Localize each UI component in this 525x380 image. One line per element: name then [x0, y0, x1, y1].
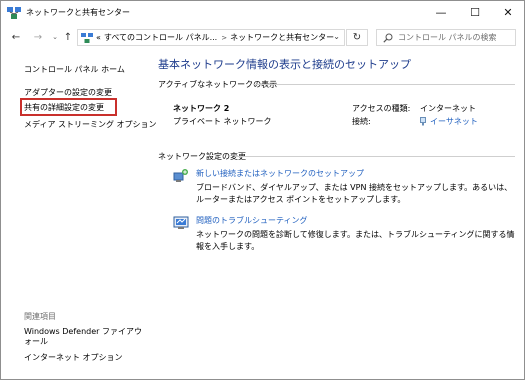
- troubleshoot-description: ネットワークの問題を診断して修復します。または、トラブルシューティングに関する情…: [196, 230, 515, 251]
- up-button[interactable]: ↑: [61, 30, 75, 44]
- section-divider: [235, 156, 515, 157]
- title-bar: ネットワークと共有センター — ☐ ✕: [1, 1, 524, 25]
- forward-button[interactable]: →: [31, 30, 45, 44]
- connection-value: イーサネット: [430, 117, 478, 126]
- change-network-settings-heading: ネットワーク設定の変更: [158, 152, 246, 161]
- network-center-icon: [7, 7, 21, 19]
- address-bar[interactable]: « すべてのコントロール パネル... > ネットワークと共有センター ⌄: [77, 29, 345, 46]
- maximize-button[interactable]: ☐: [459, 1, 491, 23]
- breadcrumb-overflow[interactable]: «: [96, 33, 101, 42]
- main-content: 基本ネットワーク情報の表示と接続のセットアップ アクティブなネットワークの表示 …: [153, 52, 523, 379]
- access-type-label: アクセスの種類:: [352, 104, 411, 113]
- troubleshoot-problems-link[interactable]: 問題のトラブルシューティング: [196, 215, 308, 226]
- refresh-button[interactable]: ↻: [346, 29, 368, 46]
- breadcrumb-network-center[interactable]: ネットワークと共有センター: [230, 32, 334, 43]
- search-input[interactable]: [398, 33, 513, 42]
- minimize-icon: —: [435, 5, 447, 19]
- navigation-bar: ← → ⌄ ↑ « すべてのコントロール パネル... > ネットワークと共有セ…: [1, 25, 524, 51]
- change-adapter-settings-link[interactable]: アダプターの設定の変更: [24, 87, 112, 98]
- media-streaming-options-link[interactable]: メディア ストリーミング オプション: [24, 119, 157, 130]
- network-name: ネットワーク 2: [173, 104, 230, 113]
- close-icon: ✕: [503, 5, 513, 19]
- page-title: 基本ネットワーク情報の表示と接続のセットアップ: [158, 58, 411, 71]
- section-divider: [253, 84, 515, 85]
- window-title: ネットワークと共有センター: [26, 8, 130, 17]
- arrow-left-icon: ←: [11, 31, 21, 43]
- ethernet-icon: [420, 117, 426, 126]
- search-icon: [383, 33, 393, 43]
- left-pane: コントロール パネル ホーム アダプターの設定の変更 共有の詳細設定の変更 メデ…: [1, 52, 157, 379]
- chevron-down-icon: ⌄: [52, 33, 58, 41]
- arrow-up-icon: ↑: [63, 31, 73, 43]
- close-button[interactable]: ✕: [492, 1, 524, 23]
- related-items-heading: 関連項目: [24, 312, 56, 321]
- search-box[interactable]: [376, 29, 516, 46]
- maximize-icon: ☐: [470, 5, 480, 19]
- windows-defender-firewall-link[interactable]: Windows Defender ファイアウォール: [24, 327, 142, 347]
- network-setup-icon: [173, 169, 188, 182]
- internet-options-link[interactable]: インターネット オプション: [24, 352, 123, 363]
- network-type: プライベート ネットワーク: [173, 117, 272, 126]
- setup-connection-description: ブロードバンド、ダイヤルアップ、または VPN 接続をセットアップします。あるい…: [196, 183, 513, 204]
- recent-locations-button[interactable]: ⌄: [48, 30, 62, 44]
- network-sharing-center-window: ネットワークと共有センター — ☐ ✕ ← → ⌄ ↑ « すべてのコントロール…: [0, 0, 525, 380]
- minimize-button[interactable]: —: [425, 1, 457, 23]
- setup-new-connection-link[interactable]: 新しい接続またはネットワークのセットアップ: [196, 168, 364, 179]
- control-panel-icon: [81, 32, 93, 43]
- access-type-value: インターネット: [420, 104, 476, 113]
- address-dropdown-icon[interactable]: ⌄: [333, 32, 340, 41]
- troubleshoot-icon: [173, 216, 189, 229]
- breadcrumb-all-control-panel[interactable]: すべてのコントロール パネル...: [104, 32, 217, 43]
- breadcrumb-separator-icon[interactable]: >: [221, 34, 227, 42]
- control-panel-home-link[interactable]: コントロール パネル ホーム: [24, 64, 125, 75]
- refresh-icon: ↻: [352, 32, 362, 43]
- change-advanced-sharing-link[interactable]: 共有の詳細設定の変更: [24, 102, 104, 113]
- arrow-right-icon: →: [33, 31, 43, 43]
- connection-label: 接続:: [352, 117, 371, 126]
- back-button[interactable]: ←: [9, 30, 23, 44]
- ethernet-connection-link[interactable]: イーサネット: [420, 116, 478, 127]
